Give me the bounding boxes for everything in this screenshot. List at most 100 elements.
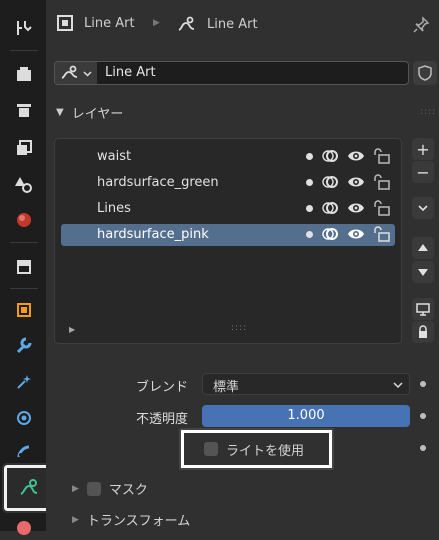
layer-specials-button[interactable]	[412, 197, 434, 219]
expand-triangle-icon: ▶	[72, 483, 79, 494]
layers-panel-header[interactable]: ▼ レイヤー	[56, 103, 123, 122]
eye-icon[interactable]	[347, 201, 365, 215]
move-layer-down-button[interactable]	[412, 261, 434, 283]
onion-skin-icon[interactable]	[321, 148, 339, 164]
mask-subpanel-header[interactable]: ▶ マスク	[72, 479, 148, 498]
data-browse-button[interactable]	[55, 62, 97, 84]
breadcrumb-data: Line Art	[177, 14, 258, 34]
breadcrumb-separator-icon: ▶	[153, 18, 160, 28]
remove-layer-button[interactable]: −	[412, 161, 434, 183]
view-layer-icon	[17, 140, 32, 155]
constraints-tab[interactable]	[7, 438, 41, 466]
blend-mode-value: 標準	[213, 380, 240, 395]
lock-icon	[419, 325, 427, 338]
sparkle-icon	[17, 375, 31, 389]
output-tab[interactable]	[7, 96, 41, 124]
list-item[interactable]: Lines	[61, 198, 395, 220]
wrench-icon	[16, 337, 32, 354]
output-icon	[17, 104, 31, 117]
use-lights-label: ライトを使用	[226, 443, 305, 459]
layers-list: waist hardsurface_green Lines hardsurfac…	[54, 138, 402, 344]
render-tab[interactable]	[7, 60, 41, 88]
line-art-data-selector[interactable]: Line Art	[54, 61, 409, 85]
breadcrumb-object: Line Art	[56, 14, 135, 32]
transform-subpanel-header[interactable]: ▶ トランスフォーム	[72, 510, 190, 529]
chevron-down-icon	[418, 205, 428, 212]
move-layer-up-button[interactable]	[412, 237, 434, 259]
collection-tab[interactable]	[7, 252, 41, 280]
layer-name: Lines	[97, 201, 131, 216]
mask-checkbox[interactable]	[86, 481, 101, 496]
physics-icon	[17, 411, 31, 425]
list-item[interactable]: hardsurface_green	[61, 172, 395, 194]
tool-settings-tab[interactable]	[7, 14, 41, 42]
unlocked-icon[interactable]	[373, 148, 391, 164]
line-art-icon	[178, 16, 195, 31]
isolate-display-button[interactable]	[412, 298, 434, 320]
unlocked-icon[interactable]	[373, 174, 391, 190]
eye-icon[interactable]	[347, 227, 365, 241]
layer-name: waist	[97, 149, 132, 164]
use-lights-highlight: ライトを使用	[179, 428, 334, 470]
triangle-down-icon	[418, 269, 428, 276]
blend-mode-select[interactable]: 標準	[202, 373, 410, 395]
dot-icon[interactable]	[306, 204, 313, 212]
minus-icon: −	[416, 162, 430, 182]
tool-icon	[17, 21, 32, 35]
layer-name: hardsurface_green	[97, 175, 219, 190]
expand-triangle-icon: ▶	[72, 514, 79, 525]
properties-tab-bar	[0, 0, 56, 535]
opacity-slider[interactable]: 1.000	[202, 405, 410, 427]
constraint-icon	[17, 445, 30, 458]
unlocked-icon[interactable]	[373, 226, 391, 242]
object-icon	[57, 15, 73, 31]
use-lights-checkbox[interactable]	[204, 442, 218, 456]
material-icon	[17, 521, 31, 535]
modifier-tab[interactable]	[7, 332, 41, 360]
object-tab[interactable]	[7, 296, 41, 324]
view-layer-tab[interactable]	[7, 134, 41, 162]
eye-icon[interactable]	[347, 175, 365, 189]
onion-skin-icon[interactable]	[321, 226, 339, 242]
list-resize-grip[interactable]: ::::	[231, 323, 247, 333]
dot-icon[interactable]	[306, 152, 313, 160]
plus-icon: +	[416, 139, 430, 159]
layer-name: hardsurface_pink	[97, 227, 209, 242]
layers-panel-title: レイヤー	[71, 107, 124, 122]
keyframe-dot-icon[interactable]	[420, 445, 426, 451]
object-name: Line Art	[84, 15, 135, 31]
list-item-selected[interactable]: hardsurface_pink	[61, 224, 395, 246]
data-name-field: Line Art	[105, 65, 156, 80]
properties-panel: Line Art ▶ Line Art Line Art ▼ レイヤー ::::…	[46, 0, 439, 531]
onion-skin-icon[interactable]	[321, 174, 339, 190]
physics-tab[interactable]	[7, 404, 41, 432]
material-tab[interactable]	[7, 512, 41, 540]
keyframe-dot-icon[interactable]	[420, 381, 426, 387]
data-name: Line Art	[207, 16, 258, 32]
unlocked-icon[interactable]	[373, 200, 391, 216]
dot-icon[interactable]	[306, 230, 313, 238]
scene-tab[interactable]	[7, 170, 41, 198]
mask-label: マスク	[108, 483, 148, 498]
fake-user-button[interactable]	[413, 61, 437, 85]
dot-icon[interactable]	[306, 178, 313, 186]
filter-options-triangle-icon[interactable]: ▶	[69, 325, 75, 334]
isolate-lock-button[interactable]	[412, 321, 434, 343]
properties-header: Line Art ▶ Line Art	[46, 0, 439, 54]
shader-fx-tab[interactable]	[7, 368, 41, 396]
use-lights-checkbox-row[interactable]: ライトを使用	[184, 433, 329, 465]
chevron-down-icon	[393, 382, 403, 389]
chevron-down-icon	[83, 70, 92, 77]
pin-icon[interactable]	[412, 16, 430, 34]
onion-skin-icon[interactable]	[321, 200, 339, 216]
list-item[interactable]: waist	[61, 146, 395, 168]
world-tab[interactable]	[7, 206, 41, 234]
keyframe-dot-icon[interactable]	[420, 413, 426, 419]
drag-handle-icon[interactable]: ::::	[420, 107, 436, 117]
monitor-icon	[416, 303, 430, 316]
render-icon	[17, 67, 31, 81]
object-icon	[17, 303, 31, 317]
expand-triangle-icon: ▼	[56, 107, 64, 118]
add-layer-button[interactable]: +	[412, 138, 434, 160]
eye-icon[interactable]	[347, 149, 365, 163]
